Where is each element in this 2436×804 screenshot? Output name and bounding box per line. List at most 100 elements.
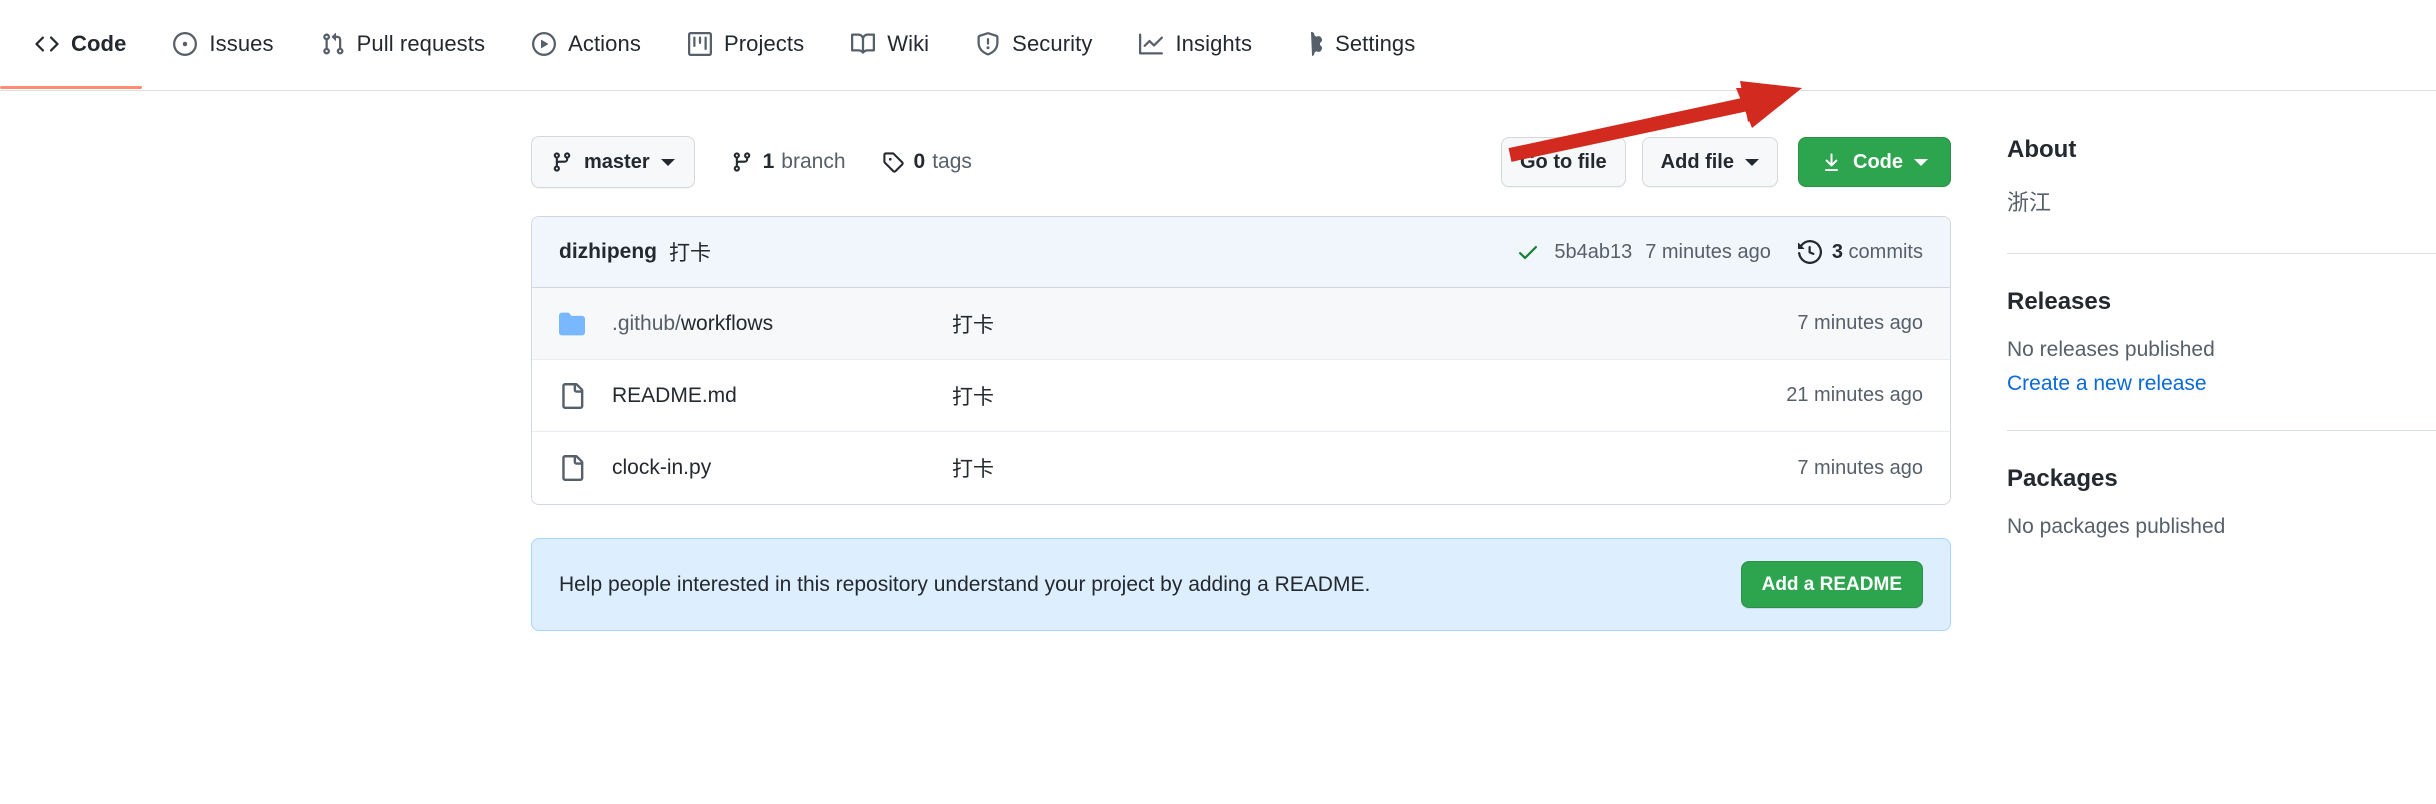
tag-count[interactable]: 0 tags: [882, 150, 972, 174]
tab-actions[interactable]: Actions: [515, 0, 657, 88]
tab-security-label: Security: [1012, 33, 1092, 55]
file-base-name: README.md: [612, 384, 737, 407]
git-branch-icon: [551, 151, 573, 173]
file-listing: dizhipeng 打卡 5b4ab13 7 minutes ago: [531, 216, 1951, 505]
github-repo-page: Code Issues Pull requests Actions: [0, 0, 2436, 804]
branch-selector-label: master: [584, 151, 650, 174]
tab-code[interactable]: Code: [18, 0, 142, 88]
check-icon[interactable]: [1516, 240, 1540, 264]
branch-count[interactable]: 1 branch: [731, 150, 846, 174]
tag-icon: [882, 151, 904, 173]
tab-issues[interactable]: Issues: [156, 0, 289, 88]
about-heading: About: [2007, 136, 2436, 164]
commit-sha[interactable]: 5b4ab13: [1554, 241, 1632, 264]
file-name[interactable]: .github/workflows: [612, 312, 952, 336]
issue-opened-icon: [172, 31, 198, 57]
code-icon: [34, 31, 60, 57]
packages-heading: Packages: [2007, 465, 2436, 493]
tab-projects[interactable]: Projects: [671, 0, 820, 88]
table-row[interactable]: README.md 打卡 21 minutes ago: [532, 360, 1950, 432]
git-pull-request-icon: [320, 31, 346, 57]
add-file-label: Add file: [1661, 151, 1734, 174]
branch-selector-button[interactable]: master: [531, 136, 695, 188]
add-file-button[interactable]: Add file: [1642, 137, 1778, 187]
readme-prompt-text: Help people interested in this repositor…: [559, 573, 1370, 597]
tab-actions-label: Actions: [568, 33, 641, 55]
packages-empty-text: No packages published: [2007, 515, 2436, 539]
repo-sidebar: About 浙江 Releases No releases published …: [1975, 91, 2436, 631]
commit-count-text: 3 commits: [1832, 241, 1923, 264]
file-icon: [559, 383, 589, 409]
table-row[interactable]: clock-in.py 打卡 7 minutes ago: [532, 432, 1950, 504]
commits-label: commits: [1849, 241, 1923, 263]
git-branch-icon: [731, 151, 753, 173]
tab-code-label: Code: [71, 33, 126, 55]
history-icon: [1798, 240, 1822, 264]
book-icon: [850, 31, 876, 57]
gear-icon: [1298, 31, 1324, 57]
commit-count-value: 3: [1832, 241, 1843, 263]
latest-commit-header: dizhipeng 打卡 5b4ab13 7 minutes ago: [532, 217, 1950, 288]
chevron-down-icon: [661, 159, 675, 166]
file-path-prefix: .github/: [612, 312, 681, 335]
download-icon: [1821, 152, 1842, 173]
repo-body: master 1 branch 0 tags: [0, 91, 2436, 631]
file-commit-time: 7 minutes ago: [1797, 312, 1923, 335]
commit-history-link[interactable]: 3 commits: [1798, 240, 1923, 264]
chevron-down-icon: [1745, 159, 1759, 166]
readme-prompt-banner: Help people interested in this repositor…: [531, 538, 1951, 631]
tag-count-label: tags: [932, 150, 972, 174]
commit-message[interactable]: 打卡: [669, 237, 711, 267]
folder-icon: [559, 311, 589, 337]
tag-count-value: 0: [914, 150, 926, 174]
table-row[interactable]: .github/workflows 打卡 7 minutes ago: [532, 288, 1950, 360]
file-commit-time: 7 minutes ago: [1797, 457, 1923, 480]
file-name[interactable]: clock-in.py: [612, 456, 952, 480]
packages-section: Packages No packages published: [2007, 465, 2436, 539]
code-download-button[interactable]: Code: [1798, 137, 1951, 187]
releases-empty-text: No releases published: [2007, 338, 2436, 362]
releases-heading: Releases: [2007, 288, 2436, 316]
tab-projects-label: Projects: [724, 33, 804, 55]
branch-count-value: 1: [763, 150, 775, 174]
file-icon: [559, 455, 589, 481]
releases-section: Releases No releases published Create a …: [2007, 288, 2436, 396]
graph-icon: [1138, 31, 1164, 57]
tab-security[interactable]: Security: [959, 0, 1108, 88]
file-base-name: workflows: [681, 312, 773, 335]
repo-main-column: master 1 branch 0 tags: [0, 91, 1975, 631]
tab-insights-label: Insights: [1175, 33, 1252, 55]
branch-action-row: master 1 branch 0 tags: [531, 136, 1975, 188]
repo-nav-list: Code Issues Pull requests Actions: [18, 0, 1445, 88]
tab-pull-requests[interactable]: Pull requests: [304, 0, 501, 88]
play-icon: [531, 31, 557, 57]
code-download-label: Code: [1853, 151, 1903, 174]
file-name[interactable]: README.md: [612, 384, 952, 408]
branch-count-label: branch: [781, 150, 845, 174]
shield-icon: [975, 31, 1001, 57]
about-description: 浙江: [2007, 186, 2436, 219]
create-release-link[interactable]: Create a new release: [2007, 372, 2436, 396]
about-section: About 浙江: [2007, 136, 2436, 219]
file-base-name: clock-in.py: [612, 456, 711, 479]
tab-wiki[interactable]: Wiki: [834, 0, 945, 88]
add-readme-button[interactable]: Add a README: [1741, 561, 1923, 608]
divider: [2007, 430, 2436, 431]
tab-settings[interactable]: Settings: [1282, 0, 1431, 88]
file-commit-time: 21 minutes ago: [1786, 384, 1923, 407]
tab-insights[interactable]: Insights: [1122, 0, 1268, 88]
tab-settings-label: Settings: [1335, 33, 1415, 55]
commit-time: 7 minutes ago: [1645, 241, 1771, 264]
project-icon: [687, 31, 713, 57]
tab-pull-requests-label: Pull requests: [357, 33, 485, 55]
chevron-down-icon: [1914, 159, 1928, 166]
commit-author[interactable]: dizhipeng: [559, 240, 657, 264]
file-commit-message[interactable]: 打卡: [952, 381, 1786, 411]
file-commit-message[interactable]: 打卡: [952, 453, 1797, 483]
go-to-file-button[interactable]: Go to file: [1501, 137, 1626, 187]
divider: [2007, 253, 2436, 254]
tab-issues-label: Issues: [209, 33, 273, 55]
go-to-file-label: Go to file: [1520, 151, 1607, 174]
file-commit-message[interactable]: 打卡: [952, 309, 1797, 339]
tab-wiki-label: Wiki: [887, 33, 929, 55]
